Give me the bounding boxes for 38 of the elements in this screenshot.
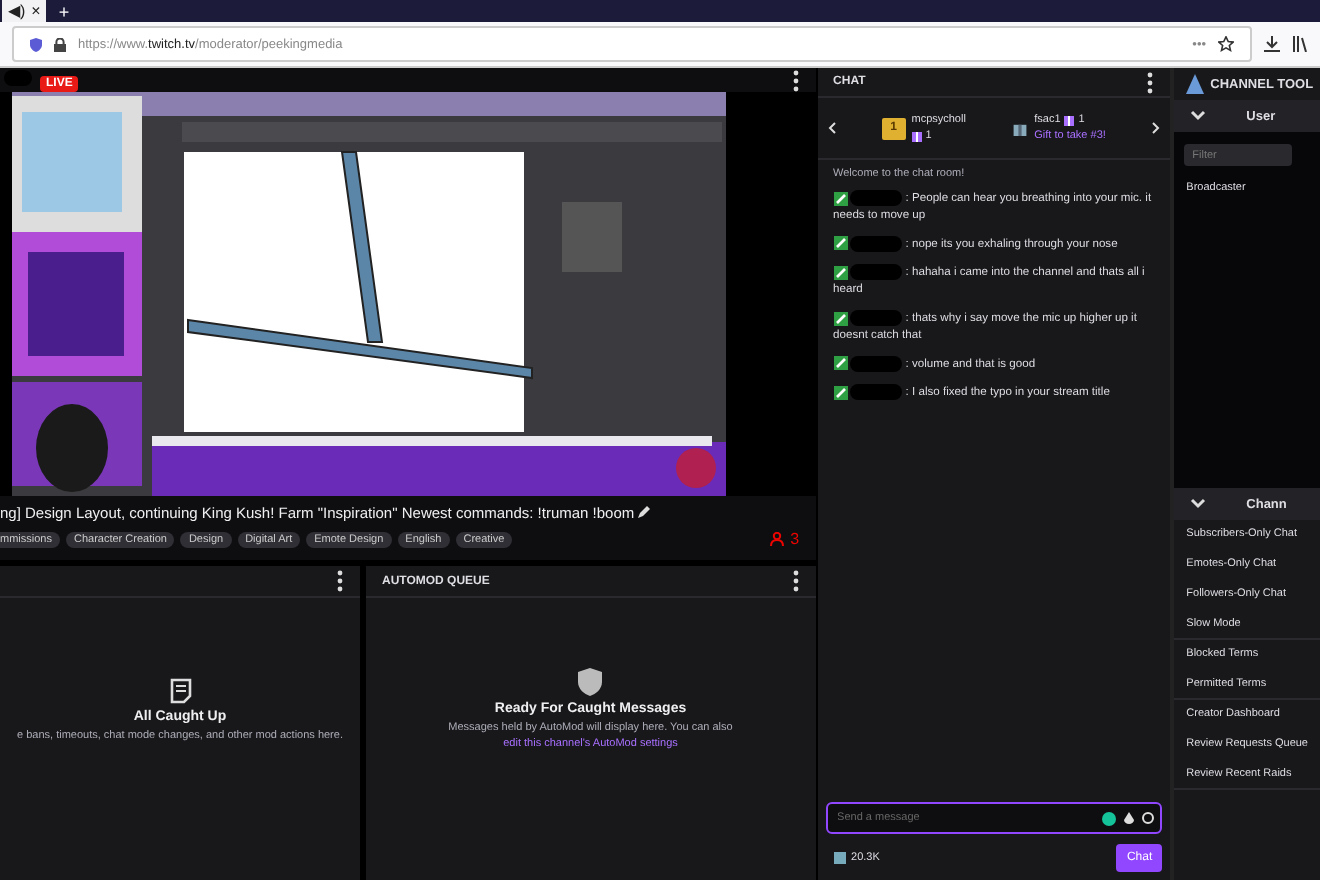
chevron-icon[interactable] [1190,498,1207,510]
more-icon[interactable] [791,69,800,91]
drop-icon[interactable] [1124,812,1135,824]
redacted-mark [4,70,32,86]
tab-close[interactable]: × [31,2,41,20]
badge-icon [833,236,848,251]
shield-icon[interactable] [30,37,42,51]
gift-icon [1012,120,1029,136]
more-icon[interactable] [1146,71,1155,93]
document-icon [169,678,191,704]
gift-icon [911,131,922,141]
new-tab-button[interactable]: + [58,1,70,21]
chevron-icon[interactable] [1190,110,1207,122]
badge-icon [833,265,848,280]
shield-icon [578,668,603,697]
viewer-count: 3 [790,529,800,547]
library-icon[interactable] [1292,36,1308,52]
badge-icon [833,356,848,371]
lock-icon[interactable] [54,37,66,51]
more-icon[interactable] [336,570,344,592]
badge-icon [833,385,848,400]
redacted-mark [850,355,903,372]
redacted-mark [850,384,903,401]
logo-icon [1186,74,1205,94]
points-icon[interactable] [833,852,846,864]
badge-icon [833,191,848,205]
speaker-icon[interactable]: ◀) [8,2,26,20]
redacted-mark [850,264,903,281]
gift-icon [1064,115,1075,125]
pencil-icon[interactable] [638,506,651,518]
download-icon[interactable] [1264,36,1280,52]
star-icon[interactable] [1218,36,1234,52]
more-icon[interactable] [791,570,800,592]
person-icon [770,531,785,545]
redacted-mark [850,310,903,327]
badge-icon [833,311,848,326]
redacted-mark [850,190,903,206]
redacted-mark [850,235,903,252]
